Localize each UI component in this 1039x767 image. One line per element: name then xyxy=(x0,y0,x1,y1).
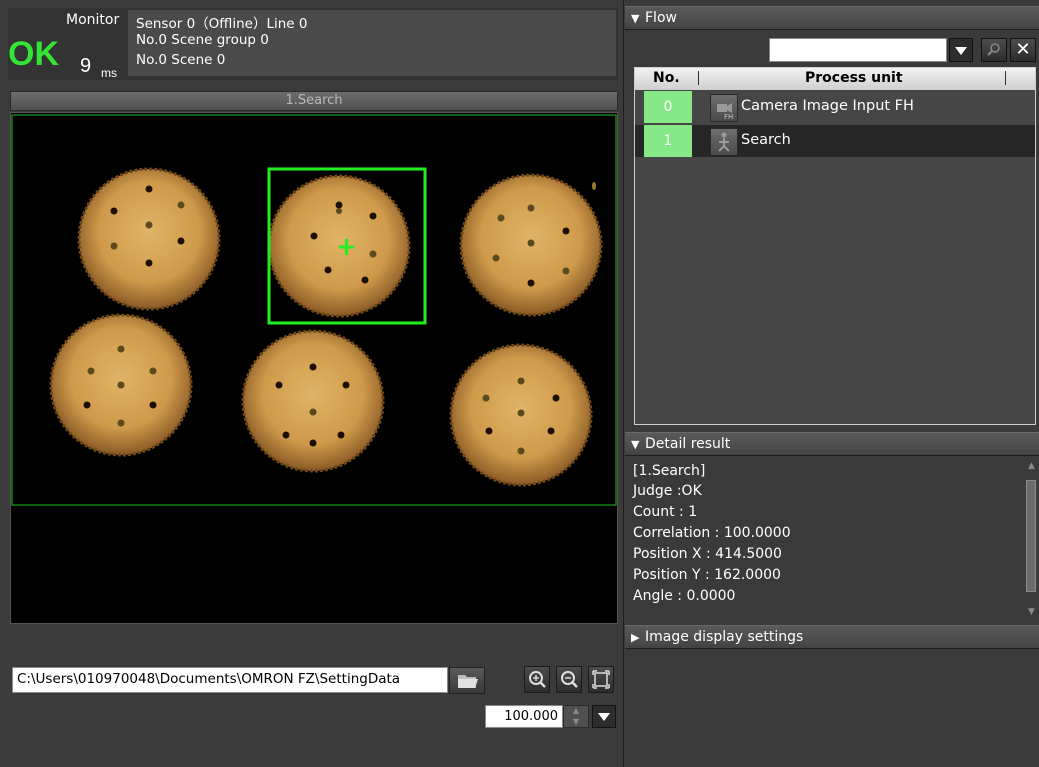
detail-result-text: [1.Search] Judge :OK Count : 1 Correlati… xyxy=(633,463,1025,623)
scene-info: No.0 Scene 0 xyxy=(136,52,226,68)
chevron-down-icon xyxy=(598,713,610,721)
folder-icon xyxy=(458,675,478,688)
flow-table-header: No. Process unit xyxy=(635,68,1035,90)
flow-row-1[interactable]: 1 Search xyxy=(635,125,1035,157)
row-number: 1 xyxy=(644,125,692,157)
processing-time-value: 9 xyxy=(80,55,92,77)
process-unit-name: Search xyxy=(741,132,791,148)
zoom-in-icon xyxy=(529,671,546,688)
monitor-label: Monitor xyxy=(66,12,120,28)
detail-line: [1.Search] xyxy=(633,463,706,479)
scene-group-info: No.0 Scene group 0 xyxy=(136,32,269,48)
flow-find-button[interactable] xyxy=(981,38,1007,62)
cracker-6 xyxy=(449,343,593,487)
search-unit-icon xyxy=(710,128,738,156)
chevron-down-icon xyxy=(955,47,967,55)
column-separator[interactable] xyxy=(698,71,699,85)
column-header-no: No. xyxy=(653,70,680,86)
spin-down-icon[interactable]: ▼ xyxy=(564,717,588,728)
scene-info-box: Sensor 0（Offline）Line 0 No.0 Scene group… xyxy=(128,10,616,76)
flow-table: No. Process unit 0 FH Camera Image Input… xyxy=(634,67,1036,425)
camera-image xyxy=(11,113,617,623)
image-pane: Monitor OK 9 ms Sensor 0（Offline）Line 0 … xyxy=(0,0,624,767)
column-header-process-unit: Process unit xyxy=(805,70,903,86)
scrollbar-thumb[interactable] xyxy=(1026,480,1036,592)
image-display-settings-header[interactable]: ▶ Image display settings xyxy=(625,625,1039,649)
file-path-field[interactable]: C:\Users\010970048\Documents\OMRON FZ\Se… xyxy=(12,667,448,693)
cracker-4 xyxy=(49,313,193,457)
detail-line: Angle : 0.0000 xyxy=(633,588,736,604)
camera-fh-icon: FH xyxy=(710,94,738,122)
detail-result-title: Detail result xyxy=(645,436,731,452)
detail-line: Count : 1 xyxy=(633,504,698,520)
scroll-up-icon[interactable]: ▲ xyxy=(1025,460,1038,473)
column-separator[interactable] xyxy=(1005,71,1006,85)
detail-scrollbar[interactable]: ▲ ▼ xyxy=(1024,458,1039,622)
fit-to-window-button[interactable] xyxy=(588,666,614,693)
row-number: 0 xyxy=(644,91,692,123)
zoom-out-button[interactable] xyxy=(556,666,582,693)
image-window-title: 1.Search xyxy=(285,93,343,108)
zoom-value-field[interactable]: 100.000 xyxy=(485,705,563,728)
zoom-out-icon xyxy=(561,671,578,688)
fit-window-icon xyxy=(592,670,610,689)
sensor-info: Sensor 0（Offline）Line 0 xyxy=(136,16,308,32)
flow-search-dropdown[interactable] xyxy=(949,38,973,62)
detail-line: Judge :OK xyxy=(633,483,702,499)
spin-up-icon[interactable]: ▲ xyxy=(564,706,588,717)
scroll-down-icon[interactable]: ▼ xyxy=(1025,606,1038,619)
flow-section-title: Flow xyxy=(645,10,677,26)
image-window-title-bar[interactable]: 1.Search xyxy=(10,91,618,111)
zoom-spinner[interactable]: ▲ ▼ xyxy=(563,705,589,728)
cracker-5 xyxy=(241,329,385,473)
collapse-triangle-icon: ▼ xyxy=(631,12,640,25)
svg-text:FH: FH xyxy=(724,113,733,121)
detail-line: Correlation : 100.0000 xyxy=(633,525,791,541)
processing-time-unit: ms xyxy=(101,66,117,80)
cracker-3 xyxy=(459,173,603,317)
flow-search-input[interactable] xyxy=(769,38,947,62)
judge-result: OK xyxy=(8,35,59,73)
flow-section-header[interactable]: ▼ Flow xyxy=(625,6,1039,30)
expand-triangle-icon: ▶ xyxy=(631,631,640,644)
image-display-settings-title: Image display settings xyxy=(645,629,804,645)
flow-row-0[interactable]: 0 FH Camera Image Input FH xyxy=(635,91,1035,123)
detail-line: Position Y : 162.0000 xyxy=(633,567,781,583)
zoom-in-button[interactable] xyxy=(524,666,550,693)
right-pane: ▼ Flow ✕ No. Process unit 0 FH Camera Im… xyxy=(625,0,1039,767)
camera-image-view[interactable] xyxy=(10,112,618,624)
detail-line: Position X : 414.5000 xyxy=(633,546,782,562)
zoom-dropdown-button[interactable] xyxy=(592,705,616,728)
detail-result-header[interactable]: ▼ Detail result xyxy=(625,432,1039,456)
close-icon[interactable]: ✕ xyxy=(1010,38,1036,62)
browse-folder-button[interactable] xyxy=(449,667,485,694)
collapse-triangle-icon: ▼ xyxy=(631,438,640,451)
process-unit-name: Camera Image Input FH xyxy=(741,98,914,114)
cracker-1 xyxy=(77,167,221,311)
search-icon xyxy=(987,43,1000,56)
